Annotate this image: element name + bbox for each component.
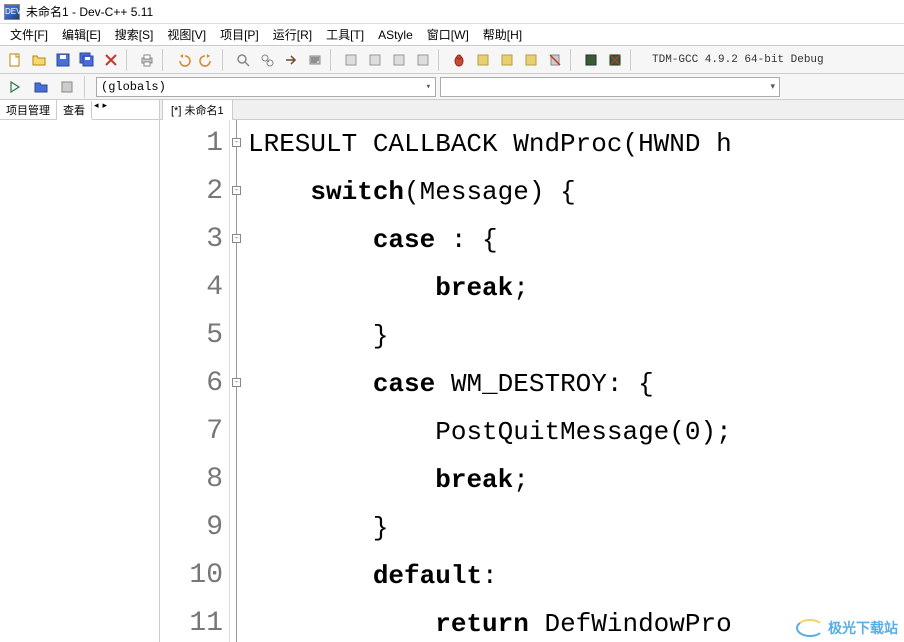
window-title: 未命名1 - Dev-C++ 5.11 [26,3,153,20]
line-number: 1 [160,120,223,168]
new-file-icon[interactable] [4,49,26,71]
toolbar-navigation: (globals) ▾ ▾ [0,74,904,100]
chevron-down-icon: ▾ [770,81,775,92]
step-into-icon[interactable] [496,49,518,71]
menu-tools[interactable]: 工具[T] [320,24,370,45]
line-number: 7 [160,408,223,456]
editor-tab-untitled1[interactable]: [*] 未命名1 [162,100,233,120]
compile-icon[interactable] [340,49,362,71]
editor-tabs: [*] 未命名1 [160,100,904,120]
toolbar-separator [570,49,576,71]
undo-icon[interactable] [172,49,194,71]
replace-icon[interactable] [256,49,278,71]
chevron-down-icon: ▾ [426,82,431,92]
line-number: 4 [160,264,223,312]
line-number-gutter: 1234567891011 [160,120,230,642]
redo-icon[interactable] [196,49,218,71]
menu-run[interactable]: 运行[R] [267,24,318,45]
sidebar-tab-project[interactable]: 项目管理 [0,100,57,119]
save-all-icon[interactable] [76,49,98,71]
debug-icon[interactable] [448,49,470,71]
editor-area: [*] 未命名1 1234567891011 - - - - LRESULT CALL… [160,100,904,642]
line-number: 11 [160,600,223,642]
menu-view[interactable]: 视图[V] [161,24,212,45]
step-out-icon[interactable] [520,49,542,71]
run-arrow-icon[interactable] [4,76,26,98]
find-icon[interactable] [232,49,254,71]
code-line[interactable]: LRESULT CALLBACK WndProc(HWND h [248,120,904,168]
code-line[interactable]: case : { [248,216,904,264]
toolbar-main: TDM-GCC 4.9.2 64-bit Debug [0,46,904,74]
code-line[interactable]: break; [248,456,904,504]
compiler-selector[interactable]: TDM-GCC 4.9.2 64-bit Debug [644,52,832,68]
line-number: 9 [160,504,223,552]
toolbar-separator [438,49,444,71]
code-line[interactable]: default: [248,552,904,600]
menu-help[interactable]: 帮助[H] [477,24,528,45]
code-content[interactable]: LRESULT CALLBACK WndProc(HWND h switch(M… [244,120,904,642]
code-editor[interactable]: 1234567891011 - - - - LRESULT CALLBACK WndP… [160,120,904,642]
scope-combo-value: (globals) [101,80,166,94]
menu-astyle[interactable]: AStyle [372,26,419,44]
line-number: 8 [160,456,223,504]
new-class-icon[interactable] [56,76,78,98]
sidebar: 项目管理 查看 ◂ ▸ [0,100,160,642]
line-number: 6 [160,360,223,408]
toolbar-separator [330,49,336,71]
sidebar-nav-left-icon[interactable]: ◂ [92,100,101,119]
toolbar-separator [126,49,132,71]
scope-combo[interactable]: (globals) ▾ [96,77,436,97]
sidebar-content [0,120,159,642]
fold-toggle-icon[interactable]: - [232,378,241,387]
stop-debug-icon[interactable] [544,49,566,71]
main-area: 项目管理 查看 ◂ ▸ [*] 未命名1 1234567891011 - - - - … [0,100,904,642]
save-icon[interactable] [52,49,74,71]
rebuild-icon[interactable] [412,49,434,71]
menu-search[interactable]: 搜索[S] [109,24,160,45]
fold-toggle-icon[interactable]: - [232,138,241,147]
line-number: 5 [160,312,223,360]
menu-window[interactable]: 窗口[W] [421,24,475,45]
fold-column: - - - - [230,120,244,642]
code-line[interactable]: } [248,312,904,360]
delete-profile-icon[interactable] [604,49,626,71]
menu-edit[interactable]: 编辑[E] [56,24,107,45]
run-icon[interactable] [364,49,386,71]
sidebar-tab-view[interactable]: 查看 [57,101,92,120]
line-number: 3 [160,216,223,264]
sidebar-nav-right-icon[interactable]: ▸ [101,100,110,119]
app-icon: DEV [4,4,20,20]
profile-icon[interactable] [580,49,602,71]
toolbar-separator [222,49,228,71]
compile-run-icon[interactable] [388,49,410,71]
code-line[interactable]: switch(Message) { [248,168,904,216]
toolbar-separator [162,49,168,71]
code-line[interactable]: } [248,504,904,552]
fold-toggle-icon[interactable]: - [232,186,241,195]
bookmark-icon[interactable] [304,49,326,71]
step-over-icon[interactable] [472,49,494,71]
close-icon[interactable] [100,49,122,71]
code-line[interactable]: PostQuitMessage(0); [248,408,904,456]
fold-toggle-icon[interactable]: - [232,234,241,243]
code-line[interactable]: case WM_DESTROY: { [248,360,904,408]
titlebar: DEV 未命名1 - Dev-C++ 5.11 [0,0,904,24]
class-browser-icon[interactable] [30,76,52,98]
line-number: 10 [160,552,223,600]
goto-icon[interactable] [280,49,302,71]
open-file-icon[interactable] [28,49,50,71]
print-icon[interactable] [136,49,158,71]
menubar: 文件[F] 编辑[E] 搜索[S] 视图[V] 项目[P] 运行[R] 工具[T… [0,24,904,46]
line-number: 2 [160,168,223,216]
context-combo[interactable]: ▾ [440,77,780,97]
code-line[interactable]: break; [248,264,904,312]
menu-file[interactable]: 文件[F] [4,24,54,45]
code-line[interactable]: return DefWindowPro [248,600,904,642]
sidebar-tabs: 项目管理 查看 ◂ ▸ [0,100,159,120]
menu-project[interactable]: 项目[P] [214,24,265,45]
toolbar-separator [630,49,636,71]
toolbar-separator [84,76,90,98]
